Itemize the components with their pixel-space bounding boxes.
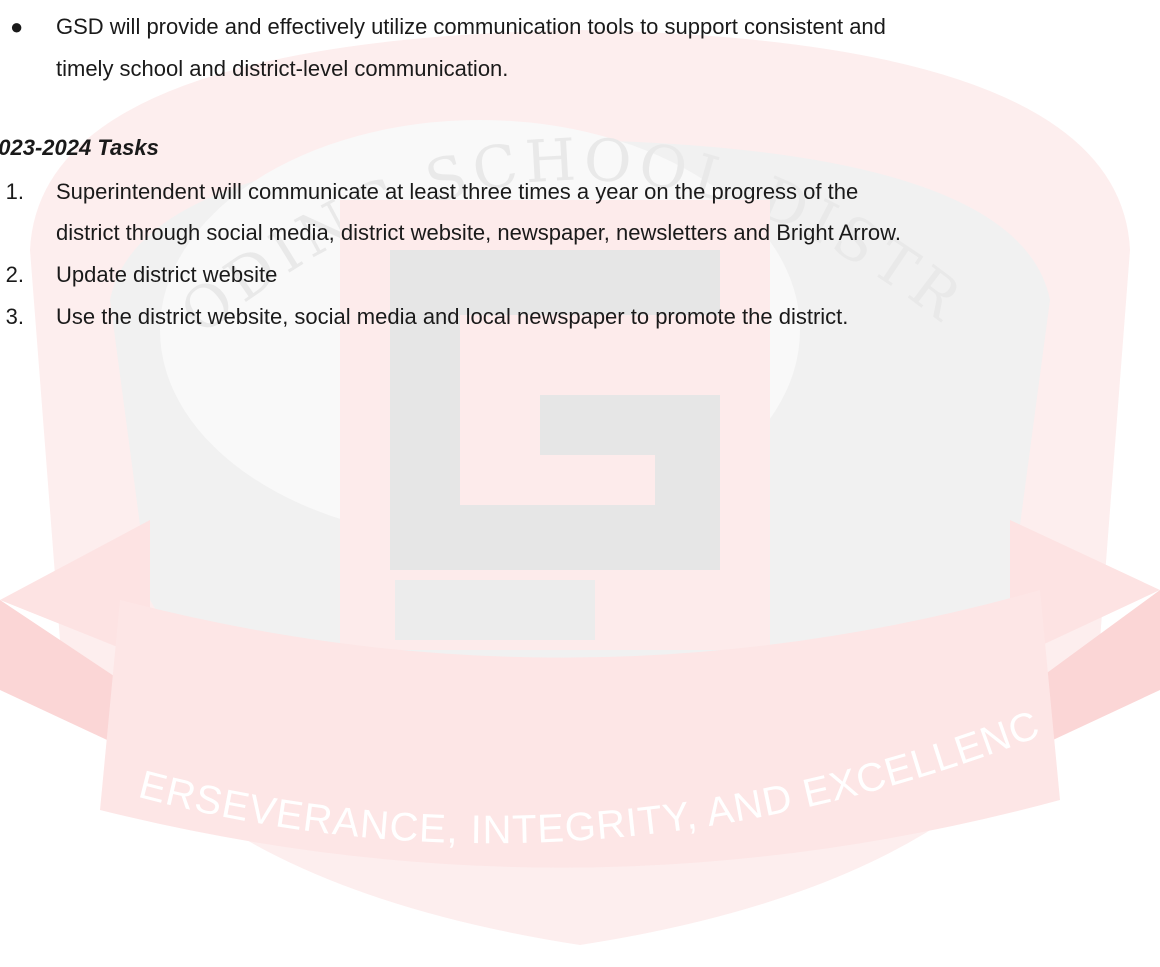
- task-3-line-1: Use the district website, social media a…: [56, 304, 849, 329]
- task-number-3: 3.: [5, 304, 24, 329]
- goal-text-line-1: GSD will provide and effectively utilize…: [56, 14, 886, 39]
- goal-text-line-2: timely school and district-level communi…: [56, 56, 509, 81]
- task-1-line-1: Superintendent will communicate at least…: [56, 179, 859, 204]
- bullet-marker: ●: [10, 14, 24, 39]
- task-1-line-2: district through social media, district …: [56, 220, 901, 245]
- task-number-1: 1.: [5, 179, 24, 204]
- tasks-heading: 2023-2024 Tasks: [0, 135, 159, 160]
- task-2-line-1: Update district website: [56, 262, 278, 287]
- task-number-2: 2.: [5, 262, 24, 287]
- document-page: ● GSD will provide and effectively utili…: [0, 0, 1160, 967]
